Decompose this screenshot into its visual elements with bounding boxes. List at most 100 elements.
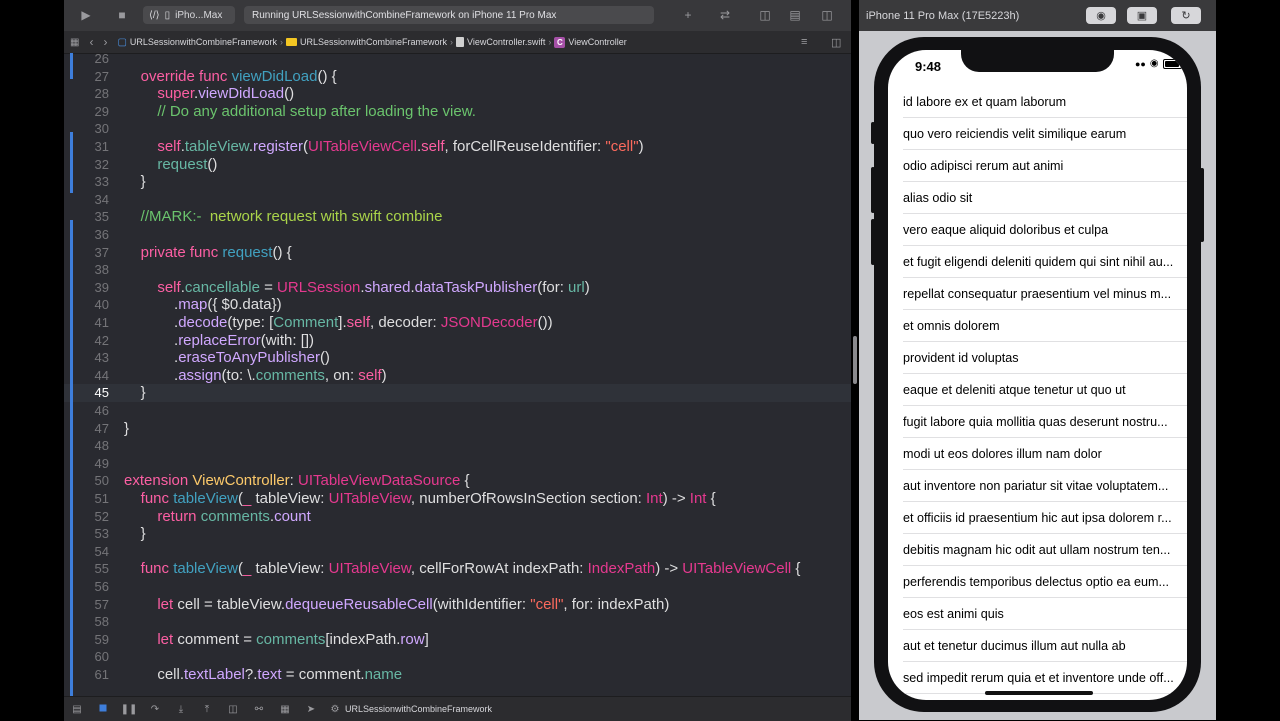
environment-overrides-icon[interactable]: ▦ — [278, 703, 292, 715]
step-into-icon[interactable]: ⤓ — [174, 703, 188, 715]
table-row[interactable]: id labore ex et quam laborum — [888, 86, 1187, 118]
table-row[interactable]: odio adipisci rerum aut animi — [888, 150, 1187, 182]
code-line[interactable]: 31 self.tableView.register(UITableViewCe… — [64, 138, 851, 156]
breadcrumb-symbol[interactable]: C ViewController — [554, 36, 627, 48]
code-line[interactable]: 36 — [64, 226, 851, 244]
code-line[interactable]: 58 — [64, 613, 851, 631]
code-line[interactable]: 50 extension ViewController: UITableViewD… — [64, 472, 851, 490]
code-line[interactable]: 38 — [64, 261, 851, 279]
code-line[interactable]: 59 let comment = comments[indexPath.row] — [64, 631, 851, 649]
breadcrumb-group[interactable]: URLSessionwithCombineFramework — [285, 37, 447, 47]
table-row[interactable]: fugit labore quia mollitia quas deserunt… — [888, 406, 1187, 438]
table-row[interactable]: quo vero reiciendis velit similique earu… — [888, 118, 1187, 150]
code-line[interactable]: 37 private func request() { — [64, 244, 851, 262]
step-out-icon[interactable]: ⤒ — [200, 703, 214, 715]
breadcrumb-separator-icon: › — [279, 37, 283, 47]
xcode-window: ▶ ■ ⟨/⟩ ▯ iPho...Max Running URLSessionw… — [64, 0, 851, 721]
code-line[interactable]: 29 // Do any additional setup after load… — [64, 103, 851, 121]
stop-icon[interactable]: ■ — [108, 6, 136, 24]
editor-options-icon[interactable]: ≡ — [801, 36, 807, 48]
debug-bar: ▤ ⯀ ❚❚ ↷ ⤓ ⤒ ◫ ⚯ ▦ ➤ ⚙ URLSessionwithCom… — [64, 696, 851, 721]
table-row[interactable]: eos est animi quis — [888, 598, 1187, 630]
table-row[interactable]: et officiis id praesentium hic aut ipsa … — [888, 502, 1187, 534]
add-editor-icon[interactable]: ◫ — [831, 36, 841, 49]
app-target-icon: ⚙ — [330, 703, 340, 715]
inspector-toggle-icon[interactable]: ◫ — [816, 6, 838, 24]
table-row[interactable]: sed impedit rerum quia et et inventore u… — [888, 662, 1187, 694]
code-line[interactable]: 39 self.cancellable = URLSession.shared.… — [64, 279, 851, 297]
code-line[interactable]: 44 .assign(to: \.comments, on: self) — [64, 367, 851, 385]
code-line[interactable]: 34 — [64, 191, 851, 209]
table-row[interactable]: aut inventore non pariatur sit vitae vol… — [888, 470, 1187, 502]
code-line[interactable]: 54 — [64, 543, 851, 561]
table-row[interactable]: et omnis dolorem — [888, 310, 1187, 342]
code-line[interactable]: 47} — [64, 420, 851, 438]
code-line[interactable]: 57 let cell = tableView.dequeueReusableC… — [64, 596, 851, 614]
code-review-icon[interactable]: ⇄ — [712, 6, 738, 24]
code-line[interactable]: 26 — [64, 53, 851, 68]
code-line[interactable]: 45 } — [64, 384, 851, 402]
table-row[interactable]: eaque et deleniti atque tenetur ut quo u… — [888, 374, 1187, 406]
table-row[interactable]: vero eaque aliquid doloribus et culpa — [888, 214, 1187, 246]
code-line[interactable]: 55 func tableView(_ tableView: UITableVi… — [64, 560, 851, 578]
code-line[interactable]: 32 request() — [64, 156, 851, 174]
home-button-icon[interactable]: ▣ — [1127, 7, 1157, 24]
memory-graph-icon[interactable]: ⚯ — [252, 703, 266, 715]
navigator-toggle-icon[interactable]: ◫ — [754, 6, 776, 24]
location-icon[interactable]: ➤ — [304, 703, 318, 715]
code-line[interactable]: 46 — [64, 402, 851, 420]
table-row[interactable]: et fugit eligendi deleniti quidem qui si… — [888, 246, 1187, 278]
code-text: } — [124, 173, 146, 191]
code-line[interactable]: 30 — [64, 120, 851, 138]
back-chevron-icon[interactable]: ‹ — [89, 35, 93, 49]
screenshot-icon[interactable]: ◉ — [1086, 7, 1116, 24]
breakpoints-icon[interactable]: ⯀ — [96, 703, 110, 715]
table-row[interactable]: repellat consequatur praesentium vel min… — [888, 278, 1187, 310]
scrollbar-thumb[interactable] — [853, 336, 857, 384]
code-line[interactable]: 61 cell.textLabel?.text = comment.name — [64, 666, 851, 684]
code-line[interactable]: 27 override func viewDidLoad() { — [64, 68, 851, 86]
table-row[interactable]: debitis magnam hic odit aut ullam nostru… — [888, 534, 1187, 566]
view-debugger-icon[interactable]: ◫ — [226, 703, 240, 715]
scheme-selector[interactable]: ⟨/⟩ ▯ iPho...Max — [143, 6, 235, 24]
step-over-icon[interactable]: ↷ — [148, 703, 162, 715]
code-text: } — [124, 419, 130, 437]
code-line[interactable]: 60 — [64, 648, 851, 666]
pause-icon[interactable]: ❚❚ — [121, 703, 138, 715]
forward-chevron-icon[interactable]: › — [103, 35, 107, 49]
code-line[interactable]: 43 .eraseToAnyPublisher() — [64, 349, 851, 367]
table-row[interactable]: alias odio sit — [888, 182, 1187, 214]
code-line[interactable]: 53 } — [64, 525, 851, 543]
simulator-window: iPhone 11 Pro Max (17E5223h) ◉ ▣ ↻ 9:48 … — [859, 0, 1216, 720]
code-text: .replaceError(with: []) — [124, 331, 315, 349]
code-line[interactable]: 49 — [64, 455, 851, 473]
code-line[interactable]: 52 return comments.count — [64, 508, 851, 526]
related-items-icon[interactable]: ▦ — [70, 37, 79, 48]
debug-area-toggle-icon[interactable]: ▤ — [784, 6, 806, 24]
table-row[interactable]: aut et tenetur ducimus illum aut nulla a… — [888, 630, 1187, 662]
code-line[interactable]: 42 .replaceError(with: []) — [64, 332, 851, 350]
code-editor[interactable]: 26 27 override func viewDidLoad() {28 sup… — [64, 53, 851, 696]
code-line[interactable]: 51 func tableView(_ tableView: UITableVi… — [64, 490, 851, 508]
rotate-icon[interactable]: ↻ — [1171, 7, 1201, 24]
code-line[interactable]: 35 //MARK:- network request with swift c… — [64, 208, 851, 226]
breadcrumb-project[interactable]: ▢ URLSessionwithCombineFramework — [117, 37, 277, 48]
home-indicator[interactable] — [985, 691, 1093, 695]
code-line[interactable]: 56 — [64, 578, 851, 596]
row-label: id labore ex et quam laborum — [903, 95, 1067, 109]
row-label: et omnis dolorem — [903, 319, 1000, 333]
table-row[interactable]: provident id voluptas — [888, 342, 1187, 374]
code-line[interactable]: 41 .decode(type: [Comment].self, decoder… — [64, 314, 851, 332]
hide-debug-area-icon[interactable]: ▤ — [70, 703, 84, 715]
code-line[interactable]: 33 } — [64, 173, 851, 191]
breadcrumb-file[interactable]: ViewController.swift — [456, 37, 545, 47]
xcode-toolbar: ▶ ■ ⟨/⟩ ▯ iPho...Max Running URLSessionw… — [64, 0, 851, 32]
code-line[interactable]: 28 super.viewDidLoad() — [64, 85, 851, 103]
table-row[interactable]: perferendis temporibus delectus optio ea… — [888, 566, 1187, 598]
table-row[interactable]: modi ut eos dolores illum nam dolor — [888, 438, 1187, 470]
library-plus-icon[interactable]: + — [675, 6, 701, 24]
comments-table[interactable]: id labore ex et quam laborum quo vero rei… — [888, 86, 1187, 694]
code-line[interactable]: 40 .map({ $0.data}) — [64, 296, 851, 314]
run-icon[interactable]: ▶ — [72, 6, 100, 24]
code-line[interactable]: 48 — [64, 437, 851, 455]
